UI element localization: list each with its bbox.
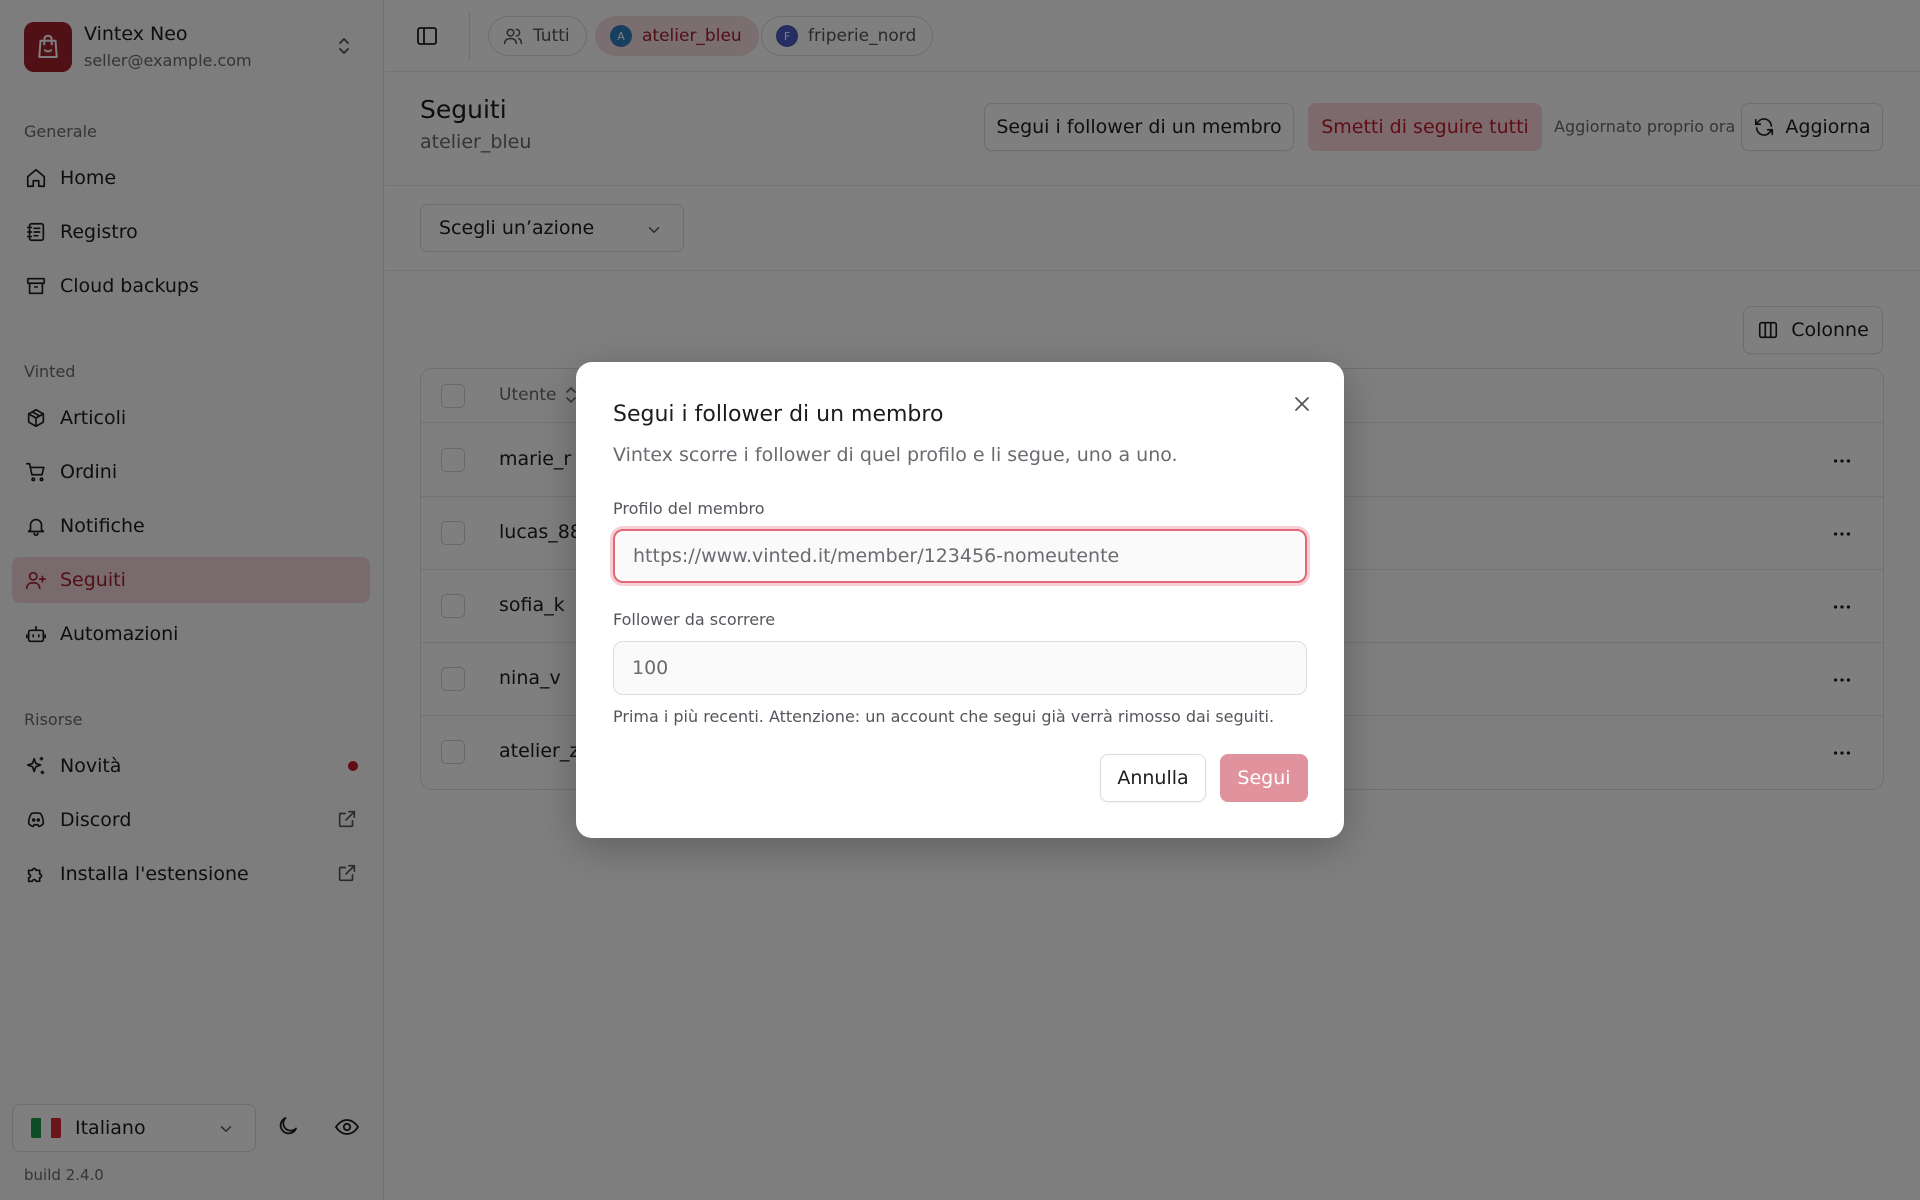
dialog-hint: Prima i più recenti. Attenzione: un acco…: [613, 707, 1275, 726]
count-field-label: Follower da scorrere: [613, 610, 776, 629]
member-profile-placeholder: https://www.vinted.it/member/123456-nome…: [633, 545, 1120, 567]
member-profile-input[interactable]: https://www.vinted.it/member/123456-nome…: [613, 529, 1307, 583]
cancel-button[interactable]: Annulla: [1100, 754, 1206, 802]
followers-count-input[interactable]: 100: [613, 641, 1307, 695]
close-icon[interactable]: [1292, 394, 1312, 414]
follow-submit-button[interactable]: Segui: [1220, 754, 1308, 802]
dialog-title: Segui i follower di un membro: [613, 402, 944, 427]
profile-field-label: Profilo del membro: [613, 499, 765, 518]
dialog-description: Vintex scorre i follower di quel profilo…: [613, 444, 1178, 466]
followers-count-placeholder: 100: [632, 657, 669, 679]
follow-followers-dialog: Segui i follower di un membro Vintex sco…: [576, 362, 1344, 838]
